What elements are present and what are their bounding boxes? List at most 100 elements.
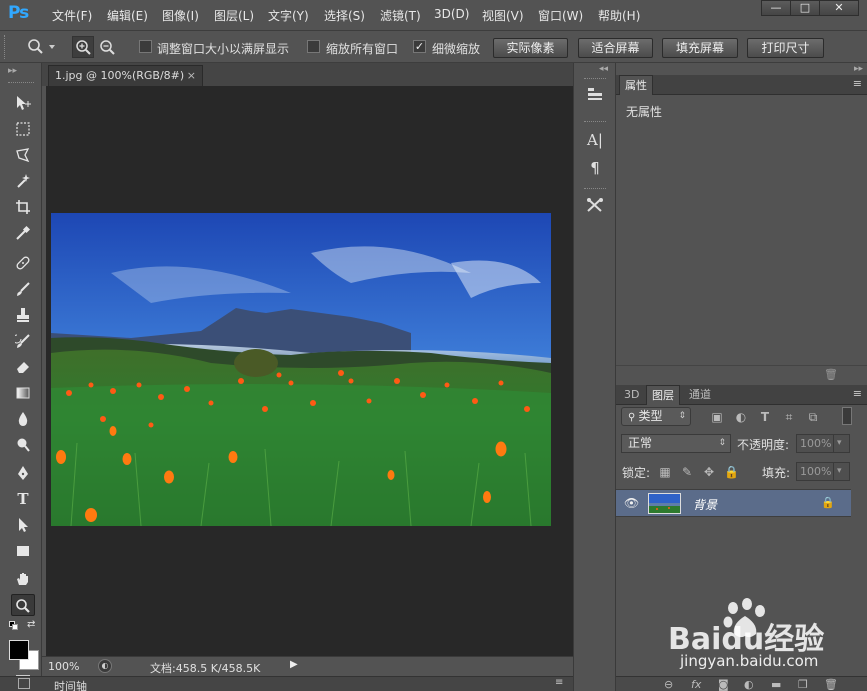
adjustment-layer-icon[interactable]: ◐ (744, 678, 754, 691)
lock-position-icon[interactable]: ✥ (702, 465, 716, 479)
status-menu-arrow-icon[interactable]: ▶ (290, 659, 298, 670)
pen-tool-icon[interactable] (11, 462, 35, 484)
midcol-grip[interactable] (584, 78, 606, 79)
opacity-dropdown-icon[interactable]: ▾ (833, 434, 850, 453)
minimize-button[interactable]: — (761, 0, 791, 16)
type-tool-icon[interactable]: T (11, 488, 35, 510)
rectangle-tool-icon[interactable] (11, 540, 35, 562)
zoom-in-icon[interactable] (72, 36, 94, 58)
clone-stamp-tool-icon[interactable] (11, 304, 35, 326)
fit-screen-button[interactable]: 适合屏幕 (578, 38, 653, 58)
delete-layer-icon[interactable]: 🗑 (824, 678, 838, 691)
tab-3d[interactable]: 3D (619, 385, 644, 405)
toolbar-grip[interactable] (8, 82, 34, 83)
healing-brush-tool-icon[interactable] (11, 252, 35, 274)
filter-adjustment-icon[interactable]: ◐ (734, 410, 748, 424)
lock-transparency-icon[interactable]: ▦ (658, 465, 672, 479)
visibility-eye-icon[interactable]: 👁 (624, 496, 639, 510)
eyedropper-tool-icon[interactable] (11, 222, 35, 244)
timeline-menu-icon[interactable]: ≡ (555, 677, 563, 688)
link-layers-icon[interactable]: ⊖ (664, 678, 673, 691)
properties-panel-icon[interactable] (583, 86, 607, 108)
filter-pixel-icon[interactable]: ▣ (710, 410, 724, 424)
blur-tool-icon[interactable] (11, 408, 35, 430)
history-brush-tool-icon[interactable] (11, 330, 35, 352)
actual-pixels-button[interactable]: 实际像素 (493, 38, 568, 58)
default-colors-icon[interactable] (9, 621, 18, 630)
layer-mask-icon[interactable]: ◙ (718, 678, 729, 691)
layer-name[interactable]: 背景 (693, 496, 717, 513)
tool-presets-icon[interactable] (583, 197, 607, 219)
fill-input[interactable]: 100% (796, 462, 834, 481)
properties-menu-icon[interactable]: ≡ (853, 77, 862, 90)
menu-file[interactable]: 文件(F) (52, 7, 92, 24)
document-image[interactable] (51, 213, 551, 526)
eraser-tool-icon[interactable] (11, 356, 35, 378)
print-size-button[interactable]: 打印尺寸 (747, 38, 824, 58)
filter-shape-icon[interactable]: ⌗ (782, 410, 796, 424)
layer-style-fx-icon[interactable]: fx (691, 678, 701, 691)
menu-select[interactable]: 选择(S) (324, 7, 365, 24)
status-info-icon[interactable]: ◐ (98, 659, 112, 673)
fill-screen-button[interactable]: 填充屏幕 (662, 38, 738, 58)
new-layer-icon[interactable]: ❐ (798, 678, 808, 691)
menu-layer[interactable]: 图层(L) (214, 7, 254, 24)
fill-dropdown-icon[interactable]: ▾ (833, 462, 850, 481)
layer-filter-kind-select[interactable]: ⚲ 类型 ⇕ (621, 407, 691, 426)
foreground-color-swatch[interactable] (9, 640, 29, 660)
timeline-label[interactable]: 时间轴 (54, 678, 87, 691)
close-tab-icon[interactable]: × (187, 66, 196, 85)
layer-row[interactable]: 👁 背景 🔒 (616, 489, 851, 517)
lock-pixels-icon[interactable]: ✎ (680, 465, 694, 479)
rightcol-collapse-icon[interactable]: ▸▸ (854, 64, 863, 74)
restore-button[interactable]: □ (790, 0, 820, 16)
tab-properties[interactable]: 属性 (619, 75, 653, 95)
zoom-all-checkbox[interactable] (307, 40, 320, 53)
blend-mode-select[interactable]: 正常 ⇕ (621, 434, 731, 453)
hand-tool-icon[interactable] (11, 568, 35, 590)
opacity-input[interactable]: 100% (796, 434, 834, 453)
document-tab[interactable]: 1.jpg @ 100%(RGB/8#) × (48, 65, 203, 86)
brush-tool-icon[interactable] (11, 278, 35, 300)
paragraph-panel-icon[interactable]: ¶ (583, 157, 607, 179)
menu-help[interactable]: 帮助(H) (598, 7, 640, 24)
layers-menu-icon[interactable]: ≡ (853, 387, 862, 400)
lasso-tool-icon[interactable] (11, 144, 35, 166)
dodge-tool-icon[interactable] (11, 434, 35, 456)
options-grip[interactable] (4, 35, 7, 59)
right-panels: ▸▸ 属性 ≡ 无属性 🗑 3D 图层 通道 ≡ ⚲ 类型 ⇕ ▣ ◐ T ⌗ … (615, 63, 867, 691)
zoom-tool-preset-icon[interactable] (27, 38, 57, 59)
magic-wand-tool-icon[interactable] (11, 170, 35, 192)
move-tool-icon[interactable] (11, 92, 35, 114)
path-selection-tool-icon[interactable] (11, 514, 35, 536)
menu-type[interactable]: 文字(Y) (268, 7, 309, 24)
gradient-tool-icon[interactable] (11, 382, 35, 404)
menu-3d[interactable]: 3D(D) (434, 7, 469, 21)
swap-colors-icon[interactable]: ⇄ (27, 619, 35, 630)
marquee-tool-icon[interactable] (11, 118, 35, 140)
tab-layers[interactable]: 图层 (646, 385, 680, 405)
scrubby-zoom-checkbox[interactable]: ✓ (413, 40, 426, 53)
character-panel-icon[interactable]: A| (583, 129, 607, 151)
zoom-tool-icon[interactable] (11, 594, 35, 616)
zoom-out-icon[interactable] (96, 36, 118, 58)
toolbar-collapse-icon[interactable]: ▸▸ (8, 66, 17, 76)
menu-view[interactable]: 视图(V) (482, 7, 524, 24)
delete-icon[interactable]: 🗑 (824, 368, 838, 381)
menu-edit[interactable]: 编辑(E) (107, 7, 148, 24)
filter-type-icon[interactable]: T (758, 410, 772, 424)
resize-windows-checkbox[interactable] (139, 40, 152, 53)
tab-channels[interactable]: 通道 (684, 385, 716, 405)
zoom-level[interactable]: 100% (48, 660, 79, 673)
timeline-icon[interactable] (18, 678, 30, 689)
close-window-button[interactable]: ✕ (819, 0, 859, 16)
menu-image[interactable]: 图像(I) (162, 7, 199, 24)
midcol-collapse-icon[interactable]: ◂◂ (599, 64, 608, 74)
menu-window[interactable]: 窗口(W) (538, 7, 583, 24)
lock-all-icon[interactable]: 🔒 (724, 465, 739, 479)
new-group-icon[interactable]: ▬ (771, 678, 781, 691)
crop-tool-icon[interactable] (11, 196, 35, 218)
filter-smart-object-icon[interactable]: ⧉ (806, 410, 820, 424)
filter-toggle[interactable] (842, 407, 852, 425)
menu-filter[interactable]: 滤镜(T) (380, 7, 421, 24)
